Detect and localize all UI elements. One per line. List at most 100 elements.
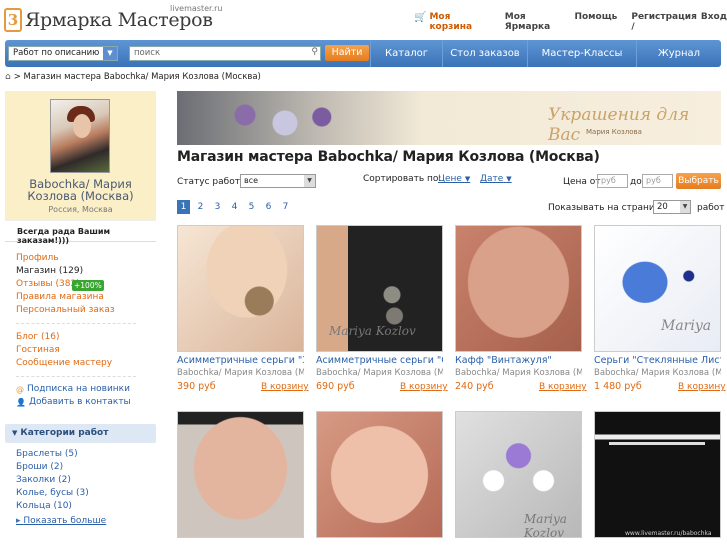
add-contacts-row[interactable]: 👤 Добавить в контакты	[16, 397, 131, 407]
shop-link[interactable]: Магазин (129)	[16, 266, 83, 276]
page-link-current[interactable]: 1	[177, 200, 190, 214]
find-button[interactable]: Найти	[325, 45, 369, 61]
product-image[interactable]	[316, 411, 443, 538]
profile-link[interactable]: Профиль	[16, 253, 59, 263]
nav-catalog[interactable]: Каталог	[370, 40, 442, 67]
profile-city: Россия, Москва	[48, 205, 113, 214]
register-link[interactable]: Регистрация /	[631, 12, 697, 32]
status-value: все	[244, 176, 259, 185]
category-item[interactable]: Заколки (2)	[16, 475, 71, 485]
page-link[interactable]: 6	[262, 200, 275, 214]
banner-subtitle: Мария Козлова	[586, 128, 642, 136]
banner-jewelry-image	[197, 99, 357, 139]
category-item[interactable]: Браслеты (5)	[16, 449, 78, 459]
chevron-down-icon[interactable]: ▼	[103, 47, 117, 60]
product-author[interactable]: Babochka/ Мария Козлова (Мо	[594, 368, 721, 378]
logo-mark: 3	[4, 8, 22, 32]
product-price: 390 руб	[177, 381, 216, 392]
product-title[interactable]: Серьги "Стеклянные Лист	[594, 355, 721, 366]
sort-by-date[interactable]: Дате ▼	[480, 174, 512, 184]
product-image[interactable]	[455, 225, 582, 352]
sort-by-price[interactable]: Цене ▼	[438, 174, 470, 184]
price-from-label: Цена от	[563, 177, 601, 187]
image-watermark: www.livemaster.ru/babochka	[625, 530, 712, 537]
my-fair-link[interactable]: Моя Ярмарка	[505, 12, 561, 32]
image-watermark: Mariya Kozlov	[329, 324, 416, 338]
image-watermark: Mariya	[661, 318, 712, 334]
show-more-link[interactable]: ▸ Показать больше	[16, 516, 106, 526]
cart-icon[interactable]: 🛒	[414, 12, 426, 32]
per-page-label: Показывать на странице	[548, 203, 667, 213]
product-image[interactable]	[177, 411, 304, 538]
search-filter-select[interactable]: Работ по описанию ▼	[8, 46, 118, 61]
personal-order-link[interactable]: Персональный заказ	[16, 305, 115, 315]
add-to-cart-link[interactable]: В корзину	[400, 382, 448, 392]
product-author[interactable]: Babochka/ Мария Козлова (Мо	[177, 368, 304, 378]
per-page-value: 20	[657, 202, 668, 212]
nav-orders-table[interactable]: Стол заказов	[442, 40, 527, 67]
category-item[interactable]: Кольца (10)	[16, 501, 72, 511]
add-to-cart-link[interactable]: В корзину	[678, 382, 726, 392]
page-title: Магазин мастера Babochka/ Мария Козлова …	[177, 149, 600, 165]
blog-link[interactable]: Блог (16)	[16, 332, 60, 342]
status-select[interactable]: все ▼	[240, 174, 316, 188]
page-link[interactable]: 2	[194, 200, 207, 214]
reviews-link[interactable]: Отзывы (382)	[16, 279, 80, 289]
chevron-down-icon[interactable]: ▼	[680, 201, 690, 213]
product-image[interactable]: Mariya	[594, 225, 721, 352]
add-to-cart-link[interactable]: В корзину	[539, 382, 587, 392]
product-title[interactable]: Кафф "Винтажуля"	[455, 355, 582, 366]
subscribe-link[interactable]: Подписка на новинки	[27, 384, 130, 394]
home-icon[interactable]: ⌂	[5, 72, 11, 82]
product-title[interactable]: Асимметричные серьги "Зо	[177, 355, 304, 366]
nav-master-classes[interactable]: Мастер-Классы	[527, 40, 636, 67]
page-link[interactable]: 4	[228, 200, 241, 214]
add-contacts-link[interactable]: Добавить в контакты	[29, 397, 131, 407]
category-item[interactable]: Колье, бусы (3)	[16, 488, 89, 498]
message-master-link[interactable]: Сообщение мастеру	[16, 358, 112, 368]
product-author[interactable]: Babochka/ Мария Козлова (Мо	[455, 368, 582, 378]
product-title[interactable]: Асимметричные серьги "Сн	[316, 355, 443, 366]
top-links: 🛒 Моя корзина Моя Ярмарка Помощь Регистр…	[414, 12, 727, 32]
per-page-suffix: работ	[697, 203, 725, 213]
profile-name[interactable]: Babochka/ Мария Козлова (Москва)	[5, 178, 156, 202]
product-author[interactable]: Babochka/ Мария Козлова (Мо	[316, 368, 443, 378]
divider	[16, 323, 136, 324]
product-image[interactable]: Mariya Kozlov	[316, 225, 443, 352]
nav-journal[interactable]: Журнал	[636, 40, 721, 67]
search-filter-value: Работ по описанию	[13, 48, 100, 58]
shop-rules-link[interactable]: Правила магазина	[16, 292, 104, 302]
apply-filter-button[interactable]: Выбрать	[676, 173, 721, 189]
triangle-down-icon: ▼	[12, 429, 18, 437]
add-to-cart-link[interactable]: В корзину	[261, 382, 309, 392]
product-image[interactable]: Mariya Kozlov	[455, 411, 582, 538]
breadcrumb-text[interactable]: > Магазин мастера Babochka/ Мария Козлов…	[14, 72, 261, 82]
at-icon: @	[16, 384, 24, 394]
help-link[interactable]: Помощь	[574, 12, 617, 32]
avatar[interactable]	[50, 99, 110, 173]
category-item[interactable]: Броши (2)	[16, 462, 63, 472]
guestbook-link[interactable]: Гостиная	[16, 345, 60, 355]
login-link[interactable]: Вход	[701, 12, 727, 32]
search-placeholder: поиск	[134, 48, 161, 58]
image-watermark: Mariya Kozlov	[524, 512, 567, 538]
brooch-pin	[609, 442, 705, 445]
page-link[interactable]: 3	[211, 200, 224, 214]
product-image[interactable]	[177, 225, 304, 352]
search-input[interactable]: поиск ⚲	[129, 46, 321, 61]
banner-text: Украшения для Вас	[548, 105, 690, 145]
price-to-input[interactable]: руб	[642, 174, 673, 188]
show-more-label: Показать больше	[23, 516, 107, 526]
page-link[interactable]: 7	[279, 200, 292, 214]
categories-header[interactable]: ▼ Категории работ	[5, 424, 156, 443]
triangle-down-icon: ▼	[506, 175, 512, 183]
search-icon[interactable]: ⚲	[311, 47, 318, 57]
cart-link[interactable]: Моя корзина	[429, 12, 482, 32]
subscribe-row[interactable]: @ Подписка на новинки	[16, 384, 130, 394]
status-label: Статус работ:	[177, 177, 243, 187]
price-from-input[interactable]: руб	[597, 174, 628, 188]
product-image[interactable]: www.livemaster.ru/babochka	[594, 411, 721, 538]
page-link[interactable]: 5	[245, 200, 258, 214]
chevron-down-icon[interactable]: ▼	[304, 175, 315, 187]
per-page-select[interactable]: 20 ▼	[653, 200, 691, 214]
